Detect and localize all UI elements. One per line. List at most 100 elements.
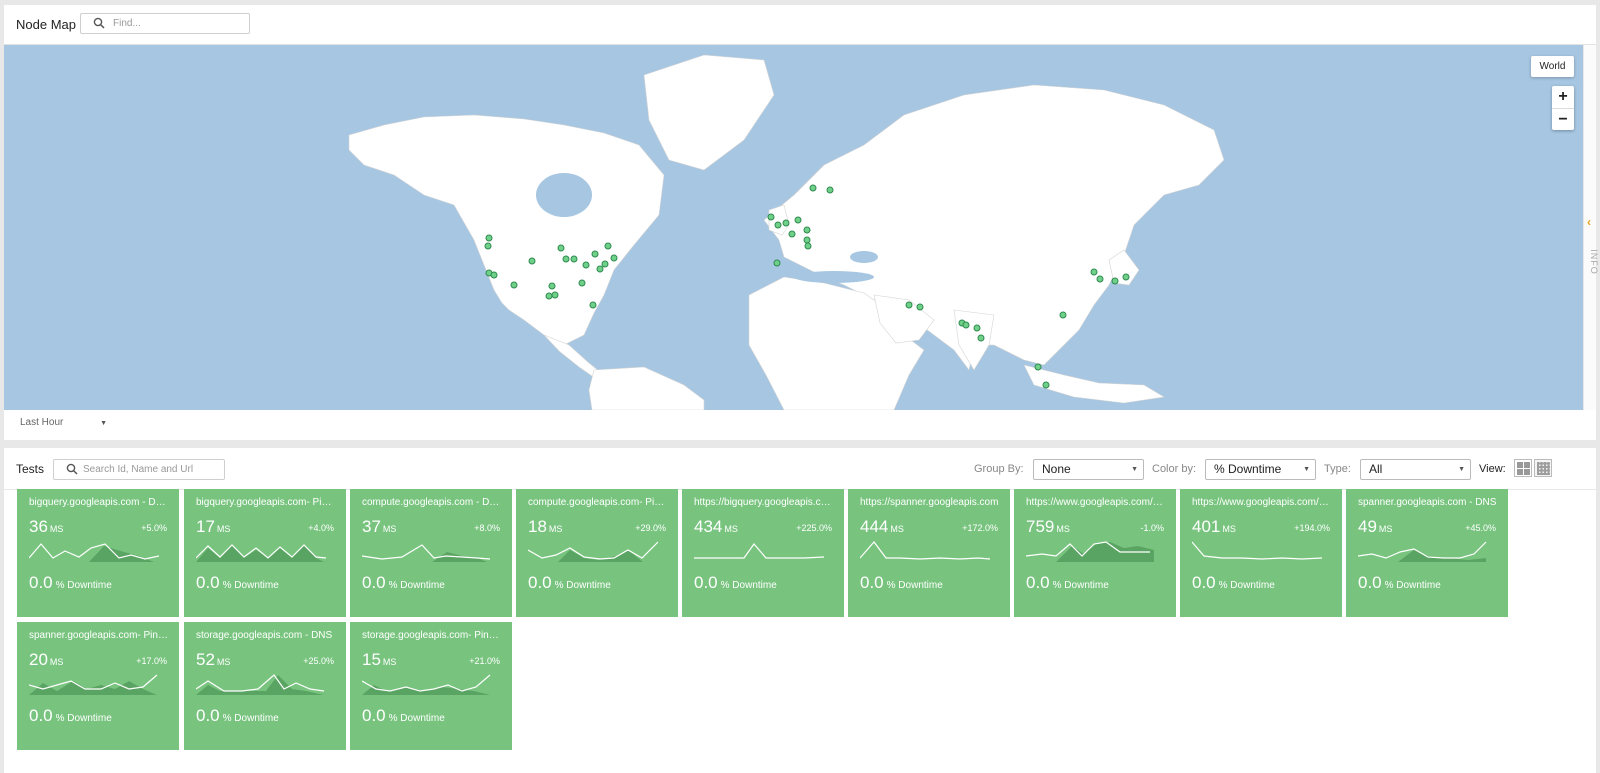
- small-grid-view-button[interactable]: [1534, 459, 1552, 477]
- test-card[interactable]: compute.googleapis.com - DNS 37 MS +8.0% …: [350, 489, 512, 617]
- test-card-latency: 36 MS: [29, 517, 64, 536]
- test-card-downtime: 0.0% Downtime: [196, 706, 279, 725]
- test-card-latency: 37 MS: [362, 517, 397, 536]
- large-grid-view-button[interactable]: [1514, 459, 1532, 477]
- test-card-downtime: 0.0% Downtime: [29, 706, 112, 725]
- test-card-latency: 759 MS: [1026, 517, 1070, 536]
- group-by-label: Group By:: [974, 463, 1024, 475]
- test-card[interactable]: compute.googleapis.com- Ping Test 18MS +…: [516, 489, 678, 617]
- node-point: [545, 292, 553, 300]
- node-point: [905, 301, 913, 309]
- sparkline-chart: [694, 543, 824, 559]
- node-point: [1122, 273, 1130, 281]
- node-point: [604, 242, 612, 250]
- group-by-value: None: [1042, 462, 1071, 476]
- tests-toolbar: Tests Group By: None ▼ Color by: % Downt…: [4, 448, 1596, 490]
- tests-search-input[interactable]: [83, 462, 221, 477]
- test-card[interactable]: https://bigquery.googleapis.com 434 MS +2…: [682, 489, 844, 617]
- test-card[interactable]: https://www.googleapis.com/discovery 401…: [1180, 489, 1342, 617]
- node-point: [589, 301, 597, 309]
- sparkline-chart: [1192, 541, 1322, 560]
- find-input-box[interactable]: [80, 13, 250, 34]
- landmass-north-america: [348, 114, 665, 346]
- node-point: [809, 184, 817, 192]
- color-by-value: % Downtime: [1214, 462, 1282, 476]
- test-card-latency: 401 MS: [1192, 517, 1236, 536]
- test-card[interactable]: spanner.googleapis.com- Ping Test 20 MS +…: [17, 622, 179, 750]
- node-point: [1042, 381, 1050, 389]
- zoom-in-button[interactable]: +: [1552, 86, 1574, 108]
- test-card-downtime: 0.0% Downtime: [1026, 573, 1109, 592]
- world-map[interactable]: World + −: [4, 45, 1583, 410]
- node-point: [548, 282, 556, 290]
- node-point: [557, 244, 565, 252]
- landmass-india: [953, 309, 995, 371]
- node-point: [510, 281, 518, 289]
- node-map-panel: Node Map Find... World + − ‹ INFO Last H…: [4, 5, 1599, 440]
- world-map-canvas: [348, 54, 1225, 410]
- test-card-downtime: 0.0% Downtime: [362, 573, 445, 592]
- test-card-latency: 20 MS: [29, 650, 64, 669]
- test-card[interactable]: bigquery.googleapis.com - DNS 36 MS +5.0%…: [17, 489, 179, 617]
- node-point: [578, 279, 586, 287]
- sparkline-chart: [528, 541, 658, 562]
- test-card[interactable]: https://www.googleapis.com/discovery 759…: [1014, 489, 1176, 617]
- test-card[interactable]: storage.googleapis.com- Ping Test 15 MS +…: [350, 622, 512, 750]
- node-point: [485, 234, 493, 242]
- test-card-latency: 49 MS: [1358, 517, 1393, 536]
- node-point: [562, 255, 570, 263]
- node-point: [570, 255, 578, 263]
- node-point: [826, 186, 834, 194]
- tests-search-box[interactable]: [53, 459, 225, 480]
- node-map-title: Node Map: [16, 17, 76, 32]
- test-card-name: compute.googleapis.com - DNS: [362, 497, 502, 508]
- node-point: [977, 334, 985, 342]
- test-card-name: spanner.googleapis.com - DNS: [1358, 497, 1497, 508]
- test-card[interactable]: https://spanner.googleapis.com 444 MS +17…: [848, 489, 1010, 617]
- caret-down-icon: ▼: [100, 420, 108, 427]
- test-card-change: -1.0%: [1140, 523, 1164, 533]
- color-by-select[interactable]: % Downtime ▼: [1205, 459, 1316, 480]
- zoom-controls: + −: [1552, 86, 1574, 130]
- find-input[interactable]: [113, 16, 243, 31]
- test-card-name: storage.googleapis.com- Ping Test: [362, 630, 502, 641]
- sparkline-chart: [1358, 541, 1487, 562]
- group-by-select[interactable]: None ▼: [1033, 459, 1144, 480]
- test-card-name: bigquery.googleapis.com - DNS: [29, 497, 169, 508]
- node-point: [1096, 275, 1104, 283]
- node-point: [528, 257, 536, 265]
- sparkline-chart: [196, 674, 325, 695]
- node-point: [767, 213, 775, 221]
- test-card[interactable]: bigquery.googleapis.com- Ping Test 17MS …: [184, 489, 346, 617]
- type-select[interactable]: All ▼: [1360, 459, 1471, 480]
- test-card-downtime: 0.0% Downtime: [1192, 573, 1275, 592]
- test-card-latency: 17 MS: [196, 517, 231, 536]
- test-card[interactable]: storage.googleapis.com - DNS 52 MS +25.0%…: [184, 622, 346, 750]
- zoom-out-button[interactable]: −: [1552, 108, 1574, 130]
- sparkline-chart: [29, 674, 158, 695]
- node-point: [773, 259, 781, 267]
- test-card-change: +25.0%: [303, 656, 334, 666]
- test-card-latency: 434 MS: [694, 517, 738, 536]
- caret-down-icon: ▼: [1303, 466, 1310, 473]
- node-point: [1034, 363, 1042, 371]
- node-point: [788, 230, 796, 238]
- node-point: [794, 216, 802, 224]
- black-sea: [850, 251, 878, 263]
- time-range-select[interactable]: Last Hour ▼: [20, 417, 107, 428]
- node-point: [803, 236, 811, 244]
- color-by-label: Color by:: [1152, 463, 1197, 475]
- test-card[interactable]: spanner.googleapis.com - DNS 49 MS +45.0%…: [1346, 489, 1508, 617]
- test-card-downtime: 0.0% Downtime: [362, 706, 445, 725]
- node-point: [551, 291, 559, 299]
- test-card-change: +21.0%: [469, 656, 500, 666]
- world-view-button[interactable]: World: [1531, 56, 1574, 77]
- node-point: [804, 242, 812, 250]
- node-point: [601, 260, 609, 268]
- node-point: [591, 250, 599, 258]
- info-panel-toggle[interactable]: ‹ INFO: [1583, 45, 1599, 410]
- test-card-downtime: 0.0% Downtime: [1358, 573, 1441, 592]
- test-card-name: spanner.googleapis.com- Ping Test: [29, 630, 169, 641]
- test-card-change: +225.0%: [796, 523, 832, 533]
- test-card-change: +4.0%: [308, 523, 334, 533]
